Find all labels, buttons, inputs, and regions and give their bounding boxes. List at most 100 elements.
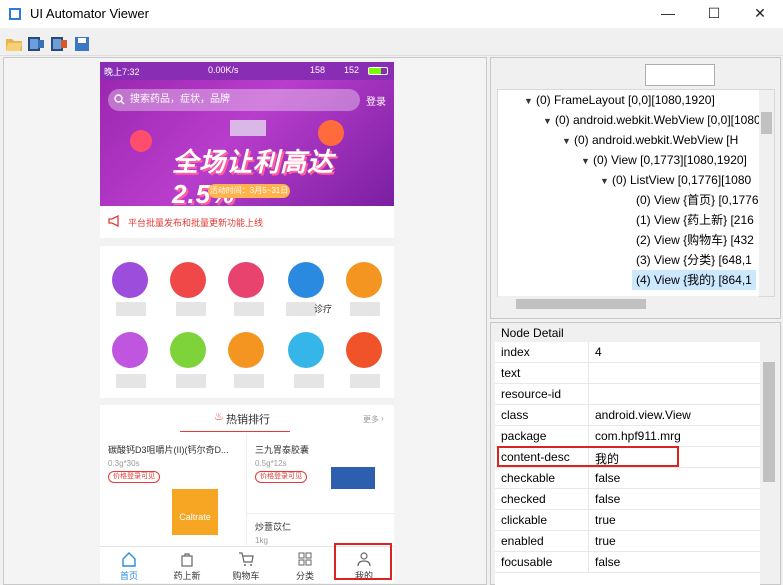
- scrollbar-thumb[interactable]: [761, 112, 772, 134]
- tree-node[interactable]: (1) View {药上新} [216: [636, 210, 754, 230]
- blurred-label: [350, 302, 380, 316]
- open-folder-icon[interactable]: [6, 37, 22, 51]
- detail-key: checked: [501, 492, 546, 506]
- detail-key: class: [501, 408, 529, 422]
- detail-value: android.view.View: [595, 408, 691, 422]
- expand-toggle-icon[interactable]: ▼: [543, 111, 555, 131]
- save-icon[interactable]: [74, 37, 90, 51]
- tree-node[interactable]: ▼ (0) FrameLayout [0,0][1080,1920]: [524, 90, 715, 110]
- egg-icon[interactable]: [170, 332, 206, 368]
- tree-node-label: (0) View {首页} [0,1776: [636, 193, 759, 207]
- close-button[interactable]: ✕: [737, 0, 783, 28]
- detail-row[interactable]: checkable false: [495, 468, 760, 489]
- nav-home[interactable]: 首页: [100, 547, 158, 583]
- divider: [588, 552, 589, 573]
- expand-toggle-icon[interactable]: ▼: [562, 131, 574, 151]
- hierarchy-tree[interactable]: ▼ (0) FrameLayout [0,0][1080,1920] ▼ (0) a…: [497, 89, 775, 297]
- chevron-right-icon: ›: [381, 414, 384, 423]
- nav-label: 购物车: [232, 571, 260, 581]
- price-tag: 价格登录可见: [108, 471, 160, 483]
- grass-icon[interactable]: [228, 262, 264, 298]
- tree-node[interactable]: (2) View {购物车} [432: [636, 230, 754, 250]
- detail-row[interactable]: clickable true: [495, 510, 760, 531]
- expand-toggle-icon[interactable]: ▼: [600, 171, 612, 191]
- announcement-bar[interactable]: 平台批量发布和批量更新功能上线: [100, 206, 394, 238]
- detail-row[interactable]: resource-id: [495, 384, 760, 405]
- node-detail-title: Node Detail: [501, 326, 564, 340]
- tag-icon[interactable]: [112, 332, 148, 368]
- detail-row[interactable]: class android.view.View: [495, 405, 760, 426]
- filter-input[interactable]: [645, 64, 715, 86]
- promo-banner[interactable]: 搜索药品，症状，品牌 登录 全场让利高达2.5% 活动时间：3月5~31日: [100, 80, 394, 206]
- detail-key: package: [501, 429, 547, 443]
- blurred-label: [116, 302, 146, 316]
- maximize-button[interactable]: ☐: [691, 0, 737, 28]
- detail-row[interactable]: checked false: [495, 489, 760, 510]
- stethoscope-icon[interactable]: [288, 262, 324, 298]
- window-title: UI Automator Viewer: [30, 6, 149, 21]
- tree-node[interactable]: ▼ (0) View [0,1773][1080,1920]: [581, 150, 747, 170]
- expand-toggle-icon[interactable]: ▼: [581, 151, 593, 171]
- divider: [588, 384, 589, 405]
- badge-icon[interactable]: [288, 332, 324, 368]
- divider: [588, 489, 589, 510]
- selected-node-highlight: [334, 543, 392, 580]
- tree-node[interactable]: (3) View {分类} [648,1: [636, 250, 752, 270]
- tree-vertical-scrollbar[interactable]: [759, 90, 774, 296]
- divider: [588, 510, 589, 531]
- detail-row[interactable]: text: [495, 363, 760, 384]
- blurred-label: [234, 302, 264, 316]
- bottle-icon[interactable]: [346, 262, 382, 298]
- product-name: 碳酸钙D3咀嚼片(II)(钙尔奇D...: [108, 445, 229, 455]
- status-signal: 158: [310, 65, 326, 75]
- product-card[interactable]: 炒薏苡仁 1kg: [246, 513, 394, 545]
- hot-sales-title: 热销排行: [226, 414, 270, 426]
- product-image: [331, 467, 375, 489]
- tree-node-label: (0) View [0,1773][1080,1920]: [593, 153, 747, 167]
- flame-icon: ♨: [214, 411, 224, 423]
- fire-icon[interactable]: [346, 332, 382, 368]
- calculator-icon[interactable]: [170, 262, 206, 298]
- tree-node[interactable]: (0) View {首页} [0,1776: [636, 190, 759, 210]
- device-screenshot[interactable]: 晚上7:32 0.00K/s 158 152 搜索药品，症状，品牌 登录 全场让…: [100, 62, 394, 583]
- divider: [588, 405, 589, 426]
- status-time: 晚上7:32: [104, 67, 140, 77]
- tree-horizontal-scrollbar[interactable]: [498, 296, 759, 312]
- tree-node[interactable]: ▼ (0) ListView [0,1776][1080: [600, 170, 751, 190]
- product-spec: 0.3g*30s: [108, 459, 140, 468]
- detail-value: true: [595, 534, 616, 548]
- search-bar[interactable]: 搜索药品，症状，品牌: [108, 89, 360, 111]
- scrollbar-thumb[interactable]: [763, 362, 775, 482]
- product-card[interactable]: 三九胃泰胶囊 0.5g*12s 价格登录可见: [246, 433, 394, 513]
- device-screenshot-icon[interactable]: [28, 37, 44, 51]
- detail-value: true: [595, 513, 616, 527]
- status-battery: 152: [344, 65, 360, 75]
- nav-new-drugs[interactable]: 药上新: [158, 547, 216, 583]
- scrollbar-thumb[interactable]: [516, 299, 646, 309]
- login-link[interactable]: 登录: [366, 93, 386, 108]
- minimize-button[interactable]: —: [645, 0, 691, 28]
- detail-key: clickable: [501, 513, 548, 527]
- device-status-bar: 晚上7:32 0.00K/s 158 152: [100, 62, 394, 80]
- nav-category[interactable]: 分类: [276, 547, 334, 583]
- pill-icon[interactable]: [112, 262, 148, 298]
- tree-node[interactable]: ▼ (0) android.webkit.WebView [0,0][1080,1…: [543, 110, 775, 131]
- expand-toggle-icon[interactable]: ▼: [524, 91, 536, 111]
- grid-label-partial: 诊疗: [314, 304, 333, 314]
- product-card[interactable]: 碳酸钙D3咀嚼片(II)(钙尔奇D... 0.3g*30s 价格登录可见 Cal…: [100, 433, 246, 545]
- detail-vertical-scrollbar[interactable]: [761, 342, 777, 583]
- tree-node-label: (0) android.webkit.WebView [0,0][1080,19…: [555, 113, 775, 127]
- more-link[interactable]: 更多: [363, 414, 379, 425]
- nav-label: 分类: [295, 571, 314, 581]
- bar-chart-icon[interactable]: [228, 332, 264, 368]
- tree-node[interactable]: ▼ (0) android.webkit.WebView [H: [562, 130, 738, 150]
- device-screenshot-compressed-icon[interactable]: [51, 37, 67, 51]
- detail-row[interactable]: index 4: [495, 342, 760, 363]
- detail-row[interactable]: enabled true: [495, 531, 760, 552]
- tree-node-selected[interactable]: (4) View {我的} [864,1: [632, 270, 756, 290]
- nav-cart[interactable]: 购物车: [217, 547, 275, 583]
- detail-key: resource-id: [501, 387, 562, 401]
- detail-row[interactable]: package com.hpf911.mrg: [495, 426, 760, 447]
- detail-key: focusable: [501, 555, 553, 569]
- detail-row[interactable]: focusable false: [495, 552, 760, 573]
